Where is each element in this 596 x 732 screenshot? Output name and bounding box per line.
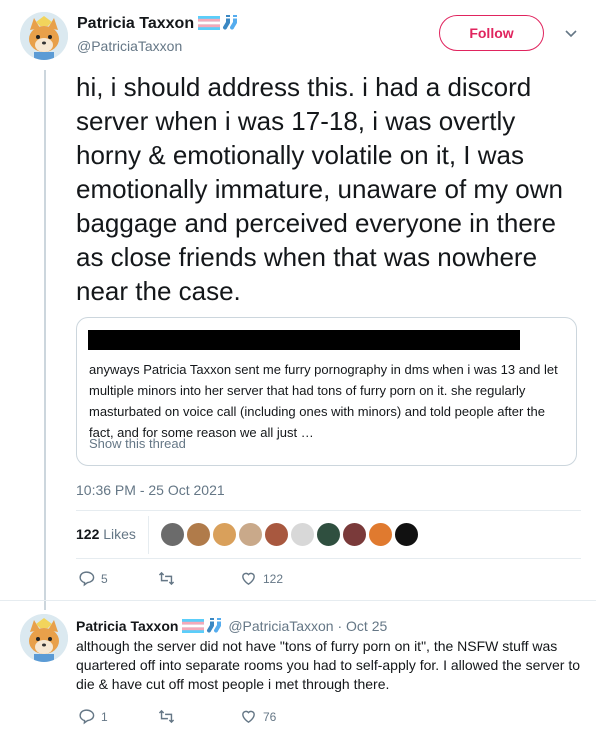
like-icon [242,572,255,586]
redacted-header [88,330,520,350]
reply-header: Patricia Taxxon @PatriciaTaxxon · Oct 25 [76,617,387,634]
like-button[interactable]: 76 [240,708,276,725]
like-count: 122 [263,571,284,586]
retweet-icon [158,571,175,586]
reply-avatar[interactable] [20,614,68,662]
handle[interactable]: @PatriciaTaxxon [77,38,182,54]
liker-avatar[interactable] [212,522,237,547]
liker-avatar[interactable] [264,522,289,547]
like-icon [242,710,255,724]
liker-avatar[interactable] [316,522,341,547]
likes-label: Likes [103,526,136,542]
chevron-down-icon[interactable] [564,26,578,40]
quoted-tweet-text: anyways Patricia Taxxon sent me furry po… [89,362,558,440]
like-button[interactable]: 122 [240,570,283,587]
quoted-tweet[interactable]: anyways Patricia Taxxon sent me furry po… [76,317,577,466]
tweet-timestamp[interactable]: 10:36 PM - 25 Oct 2021 [76,482,225,498]
like-count: 76 [263,709,277,724]
liker-avatar[interactable] [342,522,367,547]
reply-display-name[interactable]: Patricia Taxxon [76,618,178,634]
trans-flag-icon [198,16,221,30]
trans-flag-icon [182,619,205,633]
retweet-button[interactable] [158,570,181,587]
reply-button[interactable]: 5 [78,570,108,587]
reply-button[interactable]: 1 [78,708,108,725]
liker-avatar[interactable] [160,522,185,547]
divider [0,600,596,601]
display-name[interactable]: Patricia Taxxon [77,14,240,33]
show-thread-link[interactable]: Show this thread [89,436,186,451]
liker-avatar[interactable] [394,522,419,547]
liker-avatar[interactable] [238,522,263,547]
liker-avatar[interactable] [290,522,315,547]
reply-icon [79,709,95,725]
divider [76,510,581,511]
reply-count: 5 [101,571,108,586]
thread-line [44,70,46,610]
divider [76,558,581,559]
likes-separator [148,516,149,554]
tweet-text: hi, i should address this. i had a disco… [76,72,563,306]
avatar[interactable] [20,12,68,60]
reply-icon [79,571,95,587]
reply-text: although the server did not have "tons o… [76,638,581,692]
liker-avatar[interactable] [186,522,211,547]
likes-count[interactable]: 122 Likes [76,526,136,542]
reply-count: 1 [101,709,108,724]
liker-avatar[interactable] [368,522,393,547]
follow-button[interactable]: Follow [439,15,544,51]
retweet-button[interactable] [158,708,181,725]
socks-icon [223,15,238,30]
display-name-text: Patricia Taxxon [77,15,195,32]
retweet-icon [158,709,175,724]
reply-handle-date[interactable]: @PatriciaTaxxon · Oct 25 [228,618,387,634]
likes-number: 122 [76,526,100,542]
socks-icon [207,618,222,633]
